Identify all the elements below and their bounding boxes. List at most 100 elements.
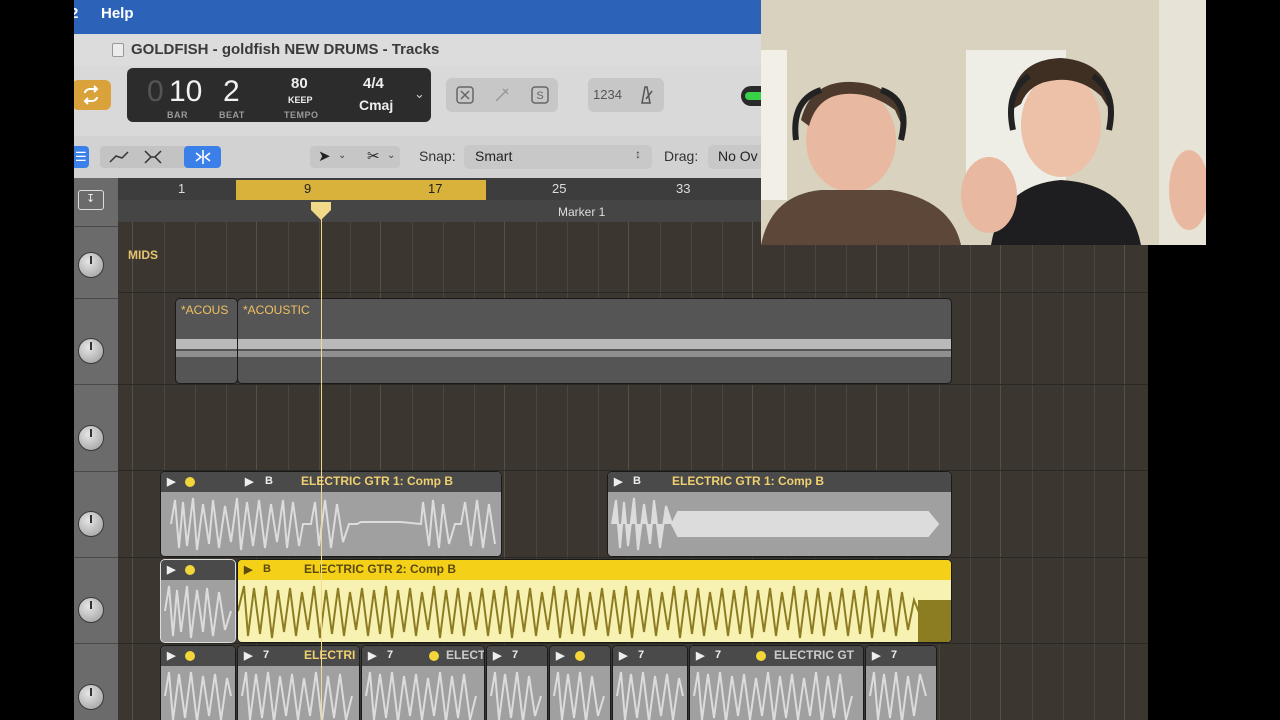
waveform (866, 666, 936, 720)
menu-bar: 2 Help (74, 0, 764, 34)
play-take-icon[interactable]: ▶ (244, 563, 252, 576)
svg-text:S: S (536, 90, 543, 102)
lcd-dropdown-chevron-icon[interactable]: ⌄ (414, 86, 425, 102)
take-number: 7 (715, 649, 722, 661)
tracks-toolbar: ☰ ➤ ⌄ ✂ ⌄ Snap: Smart ↕ Drag: No Ov (74, 136, 788, 178)
take-dot-icon (185, 651, 195, 661)
comp-region[interactable]: ▶ 7 ELECTRIC GT (689, 645, 864, 720)
comp-region[interactable]: ▶ 7 ELECTRI (237, 645, 360, 720)
play-take-icon[interactable]: ▶ (167, 475, 175, 488)
play-take-icon[interactable]: ▶ (619, 649, 627, 662)
track-volume-knob[interactable] (78, 684, 104, 710)
region-header: ▶ (161, 560, 235, 580)
play-take-icon[interactable]: ▶ (167, 563, 175, 576)
comp-region[interactable]: ▶ (160, 559, 236, 643)
marker-lane[interactable] (118, 200, 764, 222)
tool-menus: ➤ ⌄ ✂ ⌄ (310, 146, 400, 168)
region-name: ELECT (446, 648, 484, 662)
comp-region[interactable]: ▶ 7 (612, 645, 688, 720)
comp-region[interactable]: ▶ 7 (865, 645, 937, 720)
ruler-bar-label: 17 (428, 181, 443, 196)
play-take-icon[interactable]: ▶ (556, 649, 564, 662)
take-number: 7 (891, 649, 898, 661)
region-name: ELECTRI (304, 648, 356, 662)
comp-region[interactable]: ▶ 7 (486, 645, 548, 720)
lcd-tempo[interactable]: 80 (291, 75, 308, 92)
take-dot-icon (429, 651, 439, 661)
count-in-button[interactable]: 1234 (593, 87, 622, 102)
snap-select[interactable]: Smart ↕ (464, 145, 652, 169)
scissors-tool-icon[interactable]: ✂ (367, 147, 380, 165)
region-header: ▶ 7 ELECTRI (238, 646, 359, 666)
cycle-region[interactable] (236, 180, 486, 200)
play-take-icon[interactable]: ▶ (245, 475, 253, 488)
lcd-beat: 2 (223, 75, 240, 108)
cycle-button[interactable] (74, 80, 111, 110)
edit-buttons-group: S (446, 78, 558, 112)
play-take-icon[interactable]: ▶ (368, 649, 376, 662)
take-number: 7 (512, 649, 519, 661)
global-tracks-button[interactable]: ↧ (78, 190, 104, 210)
tracks-area[interactable]: MIDS *ACOUS *ACOUSTIC ▶ ▶ B ELECTRIC GTR… (118, 222, 1148, 720)
play-take-icon[interactable]: ▶ (167, 649, 175, 662)
lcd-time-signature[interactable]: 4/4 (363, 75, 384, 92)
track-volume-knob[interactable] (78, 425, 104, 451)
waveform (613, 666, 687, 720)
region-header: ▶ 7 ELECTRIC GT (690, 646, 863, 666)
waveform (550, 666, 610, 720)
marker-label[interactable]: Marker 1 (558, 205, 605, 219)
comp-region[interactable]: ▶ (160, 645, 236, 720)
lcd-display[interactable]: 0 10 2 BAR BEAT 80 KEEP TEMPO 4/4 Cmaj ⌄ (127, 68, 431, 122)
play-take-icon[interactable]: ▶ (493, 649, 501, 662)
audio-region[interactable]: *ACOUSTIC (237, 298, 952, 384)
folder-track-label[interactable]: MIDS (128, 248, 158, 262)
pointer-chevron-icon[interactable]: ⌄ (338, 150, 346, 161)
take-number: 7 (263, 649, 270, 661)
ruler-bar-label: 9 (304, 181, 312, 196)
solo-icon[interactable]: S (531, 86, 549, 104)
tuner-icon[interactable] (493, 86, 511, 104)
comp-region-selected[interactable]: ▶ B ELECTRIC GTR 2: Comp B (237, 559, 952, 643)
scissors-chevron-icon[interactable]: ⌄ (387, 150, 395, 161)
track-header-column: ↧ (74, 178, 118, 720)
region-header: ▶ (161, 646, 235, 666)
playhead-line (321, 212, 322, 720)
comp-region[interactable]: ▶ ▶ B ELECTRIC GTR 1: Comp B (160, 471, 502, 557)
menu-item-help[interactable]: Help (101, 5, 134, 22)
region-header: ▶ 7 ELECT (362, 646, 484, 666)
lcd-key[interactable]: Cmaj (359, 97, 393, 113)
comp-region[interactable]: ▶ B ELECTRIC GTR 1: Comp B (607, 471, 952, 557)
take-dot-icon (575, 651, 585, 661)
flex-icon[interactable] (142, 149, 164, 165)
region-name: ELECTRIC GTR 1: Comp B (672, 474, 824, 488)
waveform (161, 492, 501, 556)
replace-icon[interactable] (456, 86, 474, 104)
pointer-tool-icon[interactable]: ➤ (318, 147, 331, 165)
window-title: GOLDFISH - goldfish NEW DRUMS - Tracks (131, 41, 440, 58)
take-number: 7 (387, 649, 394, 661)
title-bar: GOLDFISH - goldfish NEW DRUMS - Tracks (74, 34, 764, 66)
waveform (690, 666, 863, 720)
metronome-icon[interactable] (636, 85, 656, 105)
menu-item-partial[interactable]: 2 (74, 5, 78, 22)
audio-region[interactable]: *ACOUS (175, 298, 238, 384)
catch-playhead-button[interactable] (184, 146, 221, 168)
ruler-bar-label: 33 (676, 181, 691, 196)
list-view-button[interactable]: ☰ (74, 146, 89, 168)
track-volume-knob[interactable] (78, 511, 104, 537)
play-take-icon[interactable]: ▶ (614, 475, 622, 488)
track-volume-knob[interactable] (78, 338, 104, 364)
comp-region[interactable]: ▶ 7 ELECT (361, 645, 485, 720)
lcd-bar-label: BAR (167, 110, 188, 120)
comp-region[interactable]: ▶ (549, 645, 611, 720)
track-volume-knob[interactable] (78, 252, 104, 278)
take-dot-icon (756, 651, 766, 661)
snap-updown-icon: ↕ (635, 147, 641, 161)
track-volume-knob[interactable] (78, 597, 104, 623)
play-take-icon[interactable]: ▶ (244, 649, 252, 662)
play-take-icon[interactable]: ▶ (872, 649, 880, 662)
play-take-icon[interactable]: ▶ (696, 649, 704, 662)
bar-ruler[interactable]: 1 9 17 25 33 Marker 1 (118, 178, 764, 222)
drag-label: Drag: (664, 148, 699, 164)
automation-icon[interactable] (108, 149, 130, 165)
